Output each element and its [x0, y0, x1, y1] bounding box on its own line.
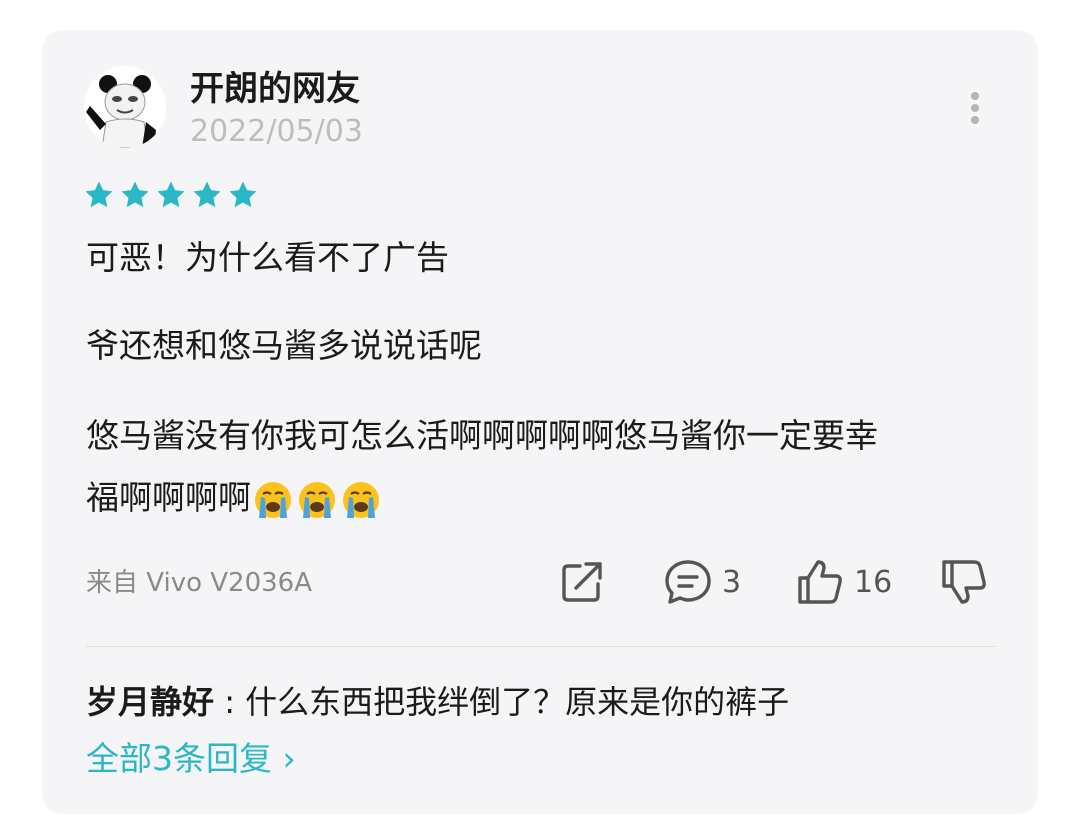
review-line-2: 爷还想和悠马酱多说说话呢: [86, 326, 482, 365]
emoji-group: [253, 480, 381, 520]
star-icon: [229, 181, 257, 208]
username[interactable]: 开朗的网友: [190, 68, 360, 110]
thumbs-down-icon: [942, 560, 986, 604]
reply-author[interactable]: 岁月静好: [86, 683, 214, 721]
loudly-crying-face-icon: [299, 481, 335, 518]
comment-button[interactable]: 3: [662, 556, 741, 608]
thumbs-up-icon: [798, 560, 842, 604]
dislike-button[interactable]: [938, 556, 990, 608]
reply-separator: :: [224, 683, 235, 721]
divider: [86, 646, 996, 647]
star-icon: [193, 181, 221, 208]
chevron-right-icon: ›: [282, 739, 296, 778]
avatar[interactable]: [84, 66, 166, 148]
reply-text: 什么东西把我绊倒了？原来是你的裤子: [245, 683, 790, 721]
loudly-crying-face-icon: [255, 481, 291, 518]
loudly-crying-face-icon: [343, 481, 379, 518]
review-line-4: 福啊啊啊啊: [86, 470, 986, 526]
reply-preview[interactable]: 岁月静好 : 什么东西把我绊倒了？原来是你的裤子: [86, 680, 789, 724]
share-icon: [562, 562, 602, 602]
more-options-icon[interactable]: [960, 88, 990, 128]
panda-avatar-image: [84, 66, 166, 148]
all-replies-link[interactable]: 全部3条回复 ›: [86, 736, 296, 782]
comment-icon: [665, 560, 711, 604]
review-card: 开朗的网友 2022/05/03 可恶！为什么看不了广告 爷还想和悠马酱多说说话…: [42, 30, 1038, 814]
star-icon: [85, 181, 113, 208]
comment-count: 3: [722, 564, 742, 600]
review-line-3: 悠马酱没有你我可怎么活啊啊啊啊啊悠马酱你一定要幸: [86, 416, 878, 455]
star-rating: [82, 178, 260, 212]
device-source: 来自 Vivo V2036A: [86, 568, 313, 598]
star-icon: [157, 181, 185, 208]
review-date: 2022/05/03: [190, 114, 363, 149]
review-line-4-text: 福啊啊啊啊: [86, 478, 251, 517]
all-replies-label: 全部3条回复: [86, 739, 272, 778]
like-button[interactable]: 16: [794, 556, 892, 608]
review-line-1: 可恶！为什么看不了广告: [86, 238, 449, 277]
share-button[interactable]: [556, 556, 608, 608]
star-icon: [121, 181, 149, 208]
like-count: 16: [854, 564, 893, 600]
